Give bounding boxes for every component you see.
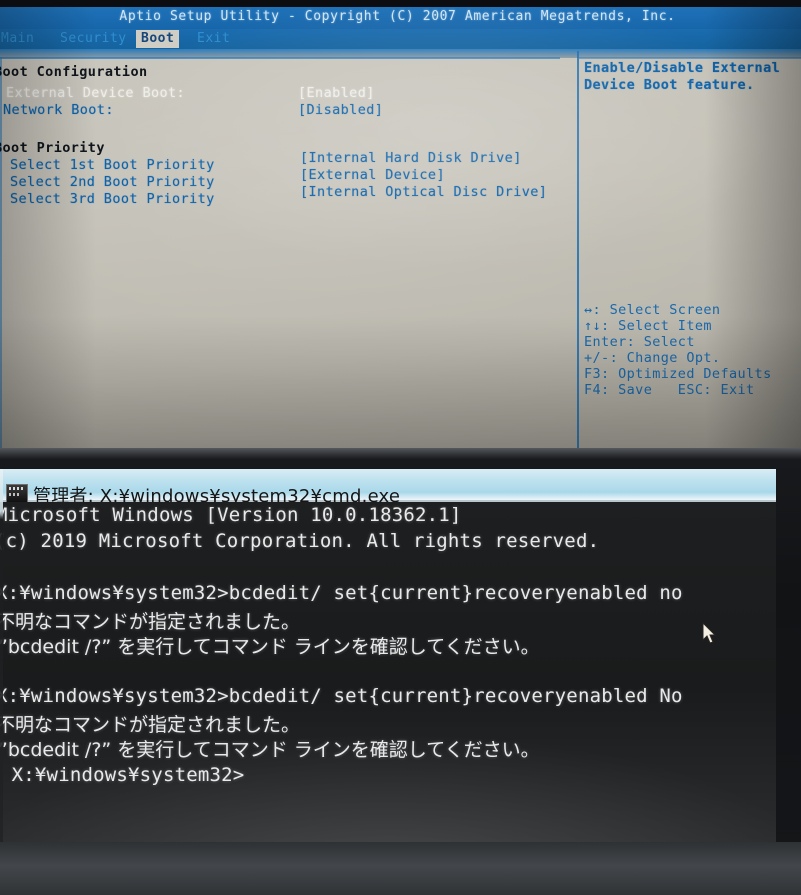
- bios-title: Aptio Setup Utility - Copyright (C) 2007…: [119, 9, 676, 24]
- help-key-select-screen: ↔: Select Screen: [584, 302, 721, 318]
- cmd-title-bar[interactable]: 管理者: X:¥windows¥system32¥cmd.exe: [0, 469, 776, 507]
- help-key-change-opt: +/-: Change Opt.: [584, 350, 721, 366]
- photo-seam: [0, 448, 801, 460]
- bios-help-top-rule: [579, 57, 801, 59]
- cmd-console-output[interactable]: Microsoft Windows [Version 10.0.18362.1]…: [0, 502, 776, 842]
- row-label-external-device-boot[interactable]: External Device Boot:: [6, 85, 185, 101]
- help-key-enter-select: Enter: Select: [584, 334, 695, 350]
- tab-security[interactable]: Security: [55, 30, 132, 48]
- screen-left-edge: [0, 469, 3, 889]
- row-value-external-device-boot[interactable]: [Enabled]: [298, 85, 375, 101]
- bios-screen-surface: Aptio Setup Utility - Copyright (C) 2007…: [0, 7, 801, 451]
- row-label-select-2nd-boot-priority[interactable]: Select 2nd Boot Priority: [10, 174, 215, 190]
- row-label-select-1st-boot-priority[interactable]: Select 1st Boot Priority: [10, 157, 215, 173]
- photo-top-edge: [0, 0, 801, 7]
- row-value-select-1st-boot-priority[interactable]: [Internal Hard Disk Drive]: [300, 150, 522, 166]
- cmd-line-error-2b: ”bcdedit /?” を実行してコマンド ラインを確認してください。: [0, 739, 540, 761]
- cmd-line-error-1a: 不明なコマンドが指定されました。: [0, 611, 301, 633]
- help-key-save-exit: F4: Save ESC: Exit: [584, 382, 755, 398]
- section-heading-boot-configuration: Boot Configuration: [0, 64, 148, 80]
- console-icon: [6, 484, 28, 503]
- row-value-network-boot[interactable]: [Disabled]: [298, 102, 383, 118]
- help-text-line-1: Enable/Disable External: [584, 60, 781, 76]
- bios-setup-photo: Aptio Setup Utility - Copyright (C) 2007…: [0, 0, 801, 460]
- help-key-select-item: ↑↓: Select Item: [584, 318, 712, 334]
- tab-exit[interactable]: Exit: [192, 30, 235, 48]
- row-value-select-3rd-boot-priority[interactable]: [Internal Optical Disc Drive]: [300, 184, 547, 200]
- screen-bottom-glare: [0, 842, 801, 895]
- row-value-select-2nd-boot-priority[interactable]: [External Device]: [300, 167, 445, 183]
- bios-content-left-rule: [0, 57, 2, 451]
- screenshot-root: Aptio Setup Utility - Copyright (C) 2007…: [0, 0, 801, 895]
- row-label-select-3rd-boot-priority[interactable]: Select 3rd Boot Priority: [10, 191, 215, 207]
- help-key-optimized-defaults: F3: Optimized Defaults: [584, 366, 772, 382]
- cmd-line-copyright: (c) 2019 Microsoft Corporation. All righ…: [0, 530, 600, 552]
- cmd-line-prompt-current: X:¥windows¥system32>: [0, 764, 245, 786]
- cmd-line-version: Microsoft Windows [Version 10.0.18362.1]: [0, 504, 462, 526]
- mouse-pointer-icon: [702, 622, 718, 646]
- bios-panel-divider: [577, 51, 579, 451]
- cmd-line-command-1: X:¥windows¥system32>bcdedit/ set{current…: [0, 582, 683, 604]
- cmd-glare-overlay: [0, 502, 776, 842]
- cmd-line-error-1b: ”bcdedit /?” を実行してコマンド ラインを確認してください。: [0, 636, 540, 658]
- command-prompt-photo: 管理者: X:¥windows¥system32¥cmd.exe Microso…: [0, 460, 801, 895]
- row-label-network-boot[interactable]: Network Boot:: [3, 102, 114, 118]
- section-heading-boot-priority: Boot Priority: [0, 140, 105, 156]
- tab-boot[interactable]: Boot: [136, 30, 180, 48]
- help-text-line-2: Device Boot feature.: [584, 77, 755, 93]
- tab-main[interactable]: Main: [0, 30, 39, 48]
- bios-content-top-rule: [0, 57, 560, 59]
- cmd-line-error-2a: 不明なコマンドが指定されました。: [0, 714, 301, 736]
- cmd-line-command-2: X:¥windows¥system32>bcdedit/ set{current…: [0, 685, 683, 707]
